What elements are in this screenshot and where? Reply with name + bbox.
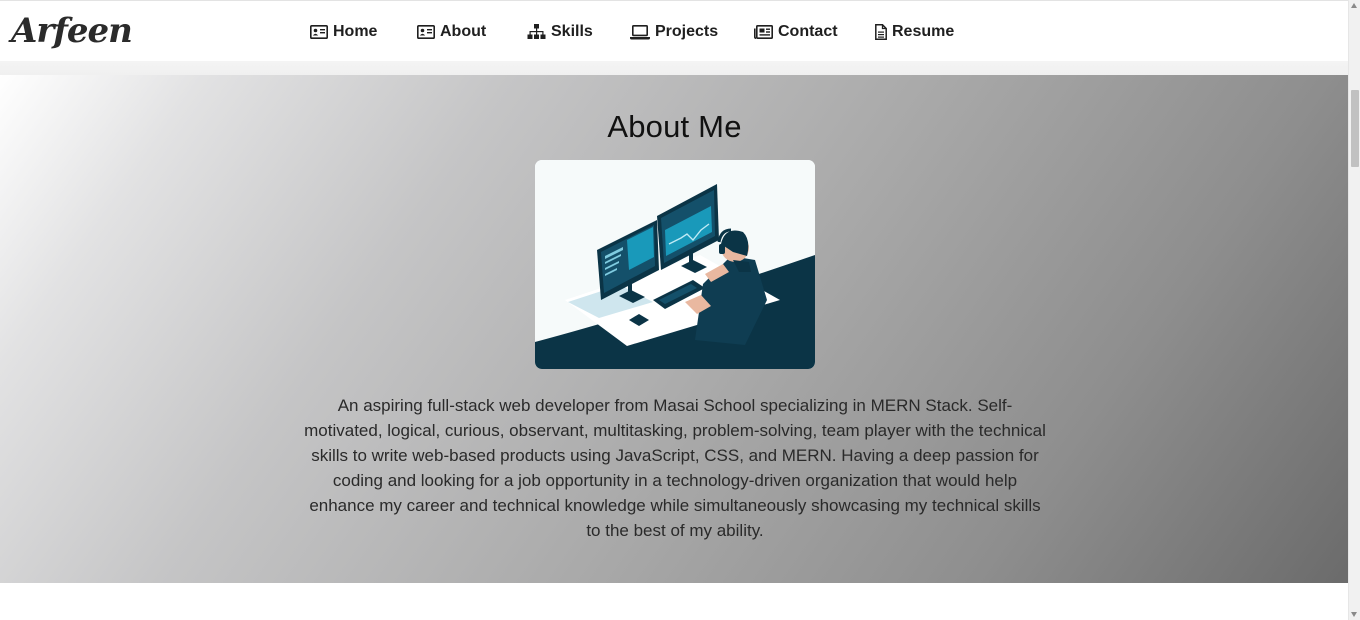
nav-item-home[interactable]: Home xyxy=(310,20,377,44)
nav-item-skills[interactable]: Skills xyxy=(527,20,593,44)
sitemap-icon xyxy=(527,24,546,40)
nav-label-home: Home xyxy=(333,23,378,40)
page: Arfeen Home About Skills Projects Contac… xyxy=(0,0,1360,620)
nav-label-projects: Projects xyxy=(655,23,719,40)
about-section: About Me An aspiring full-stack web deve… xyxy=(0,75,1349,583)
nav-label-contact: Contact xyxy=(778,23,838,40)
next-section xyxy=(0,583,1349,620)
nav-links: Home About Skills Projects Contact Resum… xyxy=(0,1,1349,61)
newspaper-icon xyxy=(754,25,773,39)
id-card-icon xyxy=(417,25,435,39)
nav-label-resume: Resume xyxy=(892,23,955,40)
about-illustration xyxy=(535,160,815,369)
vertical-scrollbar[interactable] xyxy=(1348,0,1360,620)
laptop-icon xyxy=(630,24,650,40)
scrollbar-thumb[interactable] xyxy=(1351,90,1359,167)
file-icon xyxy=(875,24,887,40)
navbar: Arfeen Home About Skills Projects Contac… xyxy=(0,1,1349,61)
scroll-down-arrow-icon[interactable] xyxy=(1351,612,1357,617)
nav-item-projects[interactable]: Projects xyxy=(630,20,718,44)
nav-item-contact[interactable]: Contact xyxy=(754,20,838,44)
id-card-icon xyxy=(310,25,328,39)
about-title: About Me xyxy=(607,109,742,144)
about-description: An aspiring full-stack web developer fro… xyxy=(304,396,1046,540)
scroll-up-arrow-icon[interactable] xyxy=(1351,3,1357,8)
nav-label-skills: Skills xyxy=(551,23,593,40)
navbar-shadow xyxy=(0,61,1349,75)
nav-item-resume[interactable]: Resume xyxy=(875,20,954,44)
nav-label-about: About xyxy=(440,23,487,40)
nav-item-about[interactable]: About xyxy=(417,20,486,44)
